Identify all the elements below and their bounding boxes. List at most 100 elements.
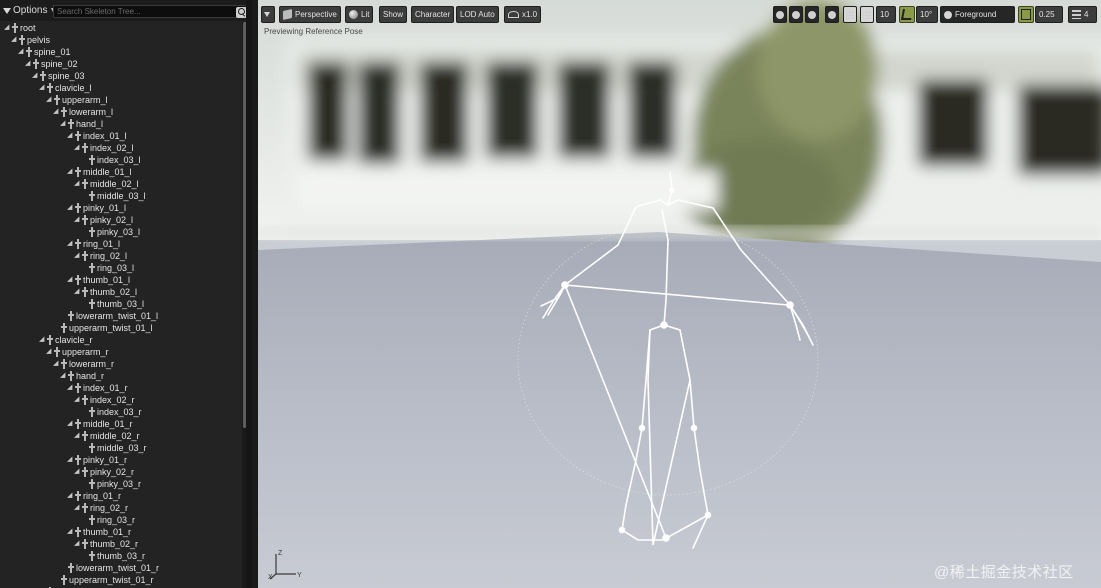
coordinate-space-button[interactable] — [825, 6, 839, 23]
viewport-options-button[interactable] — [261, 6, 275, 23]
bone-row[interactable]: thumb_03_r — [0, 550, 242, 562]
expand-arrow-icon[interactable]: ◢ — [67, 382, 73, 394]
expand-arrow-icon[interactable]: ◢ — [67, 526, 73, 538]
preview-viewport[interactable]: Perspective Lit Show Character LOD Auto … — [258, 0, 1101, 588]
playback-speed-button[interactable]: x1.0 — [504, 6, 542, 23]
bone-row[interactable]: ◢ ring_01_r — [0, 490, 242, 502]
bone-row[interactable]: ◢ upperarm_r — [0, 346, 242, 358]
bone-row[interactable]: index_03_l — [0, 154, 242, 166]
expand-arrow-icon[interactable]: ◢ — [11, 34, 17, 46]
bone-row[interactable]: ◢ lowerarm_l — [0, 106, 242, 118]
bone-row[interactable]: ◢ index_02_r — [0, 394, 242, 406]
rotation-snap-toggle[interactable] — [899, 6, 915, 23]
surface-snap-button[interactable] — [843, 6, 857, 23]
foreground-button[interactable]: Foreground — [940, 6, 1015, 23]
bone-row[interactable]: ◢ ring_01_l — [0, 238, 242, 250]
scale-snap-value[interactable]: 0.25 — [1035, 6, 1063, 23]
expand-arrow-icon[interactable]: ◢ — [67, 454, 73, 466]
bone-row[interactable]: ◢ pinky_02_l — [0, 214, 242, 226]
bone-row[interactable]: ◢ spine_03 — [0, 70, 242, 82]
bone-row[interactable]: ◢ middle_01_l — [0, 166, 242, 178]
expand-arrow-icon[interactable]: ◢ — [60, 118, 66, 130]
bone-row[interactable]: ◢ middle_01_r — [0, 418, 242, 430]
show-button[interactable]: Show — [379, 6, 408, 23]
grid-snap-value[interactable]: 10 — [876, 6, 896, 23]
bone-row[interactable]: ◢ spine_02 — [0, 58, 242, 70]
bone-row[interactable]: ◢ hand_l — [0, 118, 242, 130]
expand-arrow-icon[interactable]: ◢ — [74, 214, 80, 226]
bone-row[interactable]: lowerarm_twist_01_l — [0, 310, 242, 322]
bone-row[interactable]: thumb_03_l — [0, 298, 242, 310]
scale-tool-button[interactable] — [805, 6, 819, 23]
expand-arrow-icon[interactable]: ◢ — [74, 538, 80, 550]
character-button[interactable]: Character — [411, 6, 455, 23]
expand-arrow-icon[interactable]: ◢ — [53, 106, 59, 118]
bone-row[interactable]: ◢ root — [0, 22, 242, 34]
bone-row[interactable]: ring_03_l — [0, 262, 242, 274]
expand-arrow-icon[interactable]: ◢ — [74, 430, 80, 442]
expand-arrow-icon[interactable]: ◢ — [67, 490, 73, 502]
expand-arrow-icon[interactable]: ◢ — [60, 370, 66, 382]
rotation-snap-value[interactable]: 10° — [916, 6, 938, 23]
bone-row[interactable]: lowerarm_twist_01_r — [0, 562, 242, 574]
bone-row[interactable]: ◢ pinky_02_r — [0, 466, 242, 478]
bone-row[interactable]: upperarm_twist_01_r — [0, 574, 242, 586]
expand-arrow-icon[interactable]: ◢ — [74, 466, 80, 478]
grid-snap-toggle[interactable] — [860, 6, 874, 23]
expand-arrow-icon[interactable]: ◢ — [25, 58, 31, 70]
bone-row[interactable]: ◢ spine_01 — [0, 46, 242, 58]
expand-arrow-icon[interactable]: ◢ — [46, 94, 52, 106]
expand-arrow-icon[interactable]: ◢ — [4, 22, 10, 34]
bone-row[interactable]: ◢ ring_02_l — [0, 250, 242, 262]
expand-arrow-icon[interactable]: ◢ — [67, 166, 73, 178]
bone-row[interactable]: ◢ thumb_01_r — [0, 526, 242, 538]
bone-row[interactable]: ◢ upperarm_l — [0, 94, 242, 106]
rotate-tool-button[interactable] — [789, 6, 803, 23]
expand-arrow-icon[interactable]: ◢ — [67, 274, 73, 286]
expand-arrow-icon[interactable]: ◢ — [46, 346, 52, 358]
expand-arrow-icon[interactable]: ◢ — [67, 418, 73, 430]
tree-scrollbar-thumb[interactable] — [243, 22, 246, 428]
bone-row[interactable]: middle_03_l — [0, 190, 242, 202]
expand-arrow-icon[interactable]: ◢ — [67, 238, 73, 250]
bone-row[interactable]: pinky_03_r — [0, 478, 242, 490]
expand-arrow-icon[interactable]: ◢ — [74, 502, 80, 514]
bone-row[interactable]: ◢ clavicle_l — [0, 82, 242, 94]
expand-arrow-icon[interactable]: ◢ — [74, 286, 80, 298]
perspective-button[interactable]: Perspective — [279, 6, 341, 23]
bone-row[interactable]: ◢ middle_02_r — [0, 430, 242, 442]
bone-row[interactable]: ◢ hand_r — [0, 370, 242, 382]
tree-scrollbar[interactable] — [242, 22, 246, 588]
expand-arrow-icon[interactable]: ◢ — [39, 334, 45, 346]
scale-snap-toggle[interactable] — [1018, 6, 1034, 23]
bone-row[interactable]: ◢ pelvis — [0, 34, 242, 46]
options-button[interactable]: Options ▼ — [3, 4, 56, 18]
bone-row[interactable]: ◢ index_02_l — [0, 142, 242, 154]
bone-row[interactable]: ◢ thumb_02_l — [0, 286, 242, 298]
expand-arrow-icon[interactable]: ◢ — [74, 250, 80, 262]
camera-speed-button[interactable]: 4 — [1068, 6, 1097, 23]
bone-row[interactable]: ◢ thumb_01_l — [0, 274, 242, 286]
bone-row[interactable]: ◢ pinky_01_l — [0, 202, 242, 214]
expand-arrow-icon[interactable]: ◢ — [67, 202, 73, 214]
translate-tool-button[interactable] — [773, 6, 787, 23]
expand-arrow-icon[interactable]: ◢ — [74, 394, 80, 406]
bone-row[interactable]: ◢ clavicle_r — [0, 334, 242, 346]
bone-row[interactable]: ◢ thumb_02_r — [0, 538, 242, 550]
bone-row[interactable]: ◢ middle_02_l — [0, 178, 242, 190]
search-icon[interactable] — [236, 7, 246, 18]
bone-row[interactable]: pinky_03_l — [0, 226, 242, 238]
lod-button[interactable]: LOD Auto — [456, 6, 499, 23]
expand-arrow-icon[interactable]: ◢ — [39, 82, 45, 94]
lit-button[interactable]: Lit — [345, 6, 374, 23]
bone-row[interactable]: index_03_r — [0, 406, 242, 418]
bone-row[interactable]: ◢ index_01_r — [0, 382, 242, 394]
expand-arrow-icon[interactable]: ◢ — [18, 46, 24, 58]
bone-row[interactable]: middle_03_r — [0, 442, 242, 454]
bone-row[interactable]: ◢ pinky_01_r — [0, 454, 242, 466]
bone-row[interactable]: ring_03_r — [0, 514, 242, 526]
skeleton-search-field[interactable]: Search Skeleton Tree... — [53, 5, 246, 18]
bone-row[interactable]: upperarm_twist_01_l — [0, 322, 242, 334]
expand-arrow-icon[interactable]: ◢ — [74, 178, 80, 190]
bone-row[interactable]: ◢ lowerarm_r — [0, 358, 242, 370]
